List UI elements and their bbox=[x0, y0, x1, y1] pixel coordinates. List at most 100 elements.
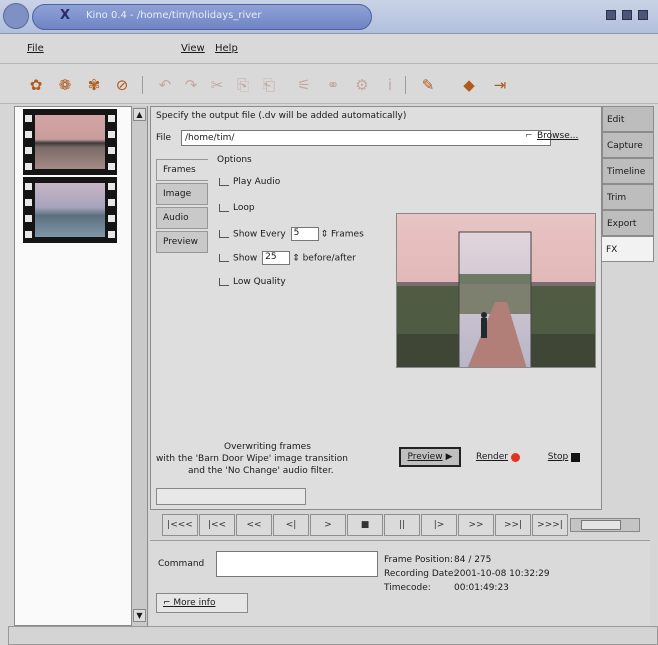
more-info-label: More info bbox=[173, 598, 216, 608]
save-icon[interactable]: ✾ bbox=[84, 75, 104, 95]
minimize-button[interactable] bbox=[606, 10, 616, 20]
window-menu-button[interactable] bbox=[3, 3, 29, 29]
film-hole bbox=[25, 183, 32, 190]
render-button[interactable]: Render bbox=[465, 447, 531, 467]
toolbar-separator bbox=[142, 76, 143, 94]
preview-label: Preview bbox=[407, 452, 443, 462]
render-label: Render bbox=[475, 452, 509, 462]
close-button[interactable] bbox=[638, 10, 648, 20]
subtab-audio[interactable]: Audio bbox=[156, 207, 208, 229]
storyboard-panel bbox=[14, 106, 148, 626]
previous-scene-icon[interactable]: |<< bbox=[199, 514, 235, 536]
info-icon[interactable]: ⅰ bbox=[380, 75, 400, 95]
loop-checkbox[interactable]: Loop bbox=[219, 203, 255, 213]
frame-position-label: Frame Position: bbox=[384, 555, 453, 565]
tab-trim[interactable]: Trim bbox=[602, 184, 654, 210]
new-project-icon[interactable]: ✿ bbox=[26, 75, 46, 95]
last-frame-icon[interactable]: >>>| bbox=[532, 514, 568, 536]
color-icon[interactable]: ◆ bbox=[459, 75, 479, 95]
film-hole bbox=[108, 199, 115, 206]
rewind-icon[interactable]: << bbox=[236, 514, 272, 536]
play-audio-checkbox[interactable]: Play Audio bbox=[219, 177, 280, 187]
cut-icon[interactable]: ✂ bbox=[207, 75, 227, 95]
first-frame-icon[interactable]: |<<< bbox=[162, 514, 198, 536]
menu-help[interactable]: Help bbox=[215, 43, 238, 54]
film-hole bbox=[25, 147, 32, 154]
browse-label: Browse... bbox=[537, 131, 579, 141]
paste-icon[interactable]: ⎗ bbox=[259, 75, 279, 95]
open-icon[interactable]: ❁ bbox=[55, 75, 75, 95]
undo-icon[interactable]: ↶ bbox=[155, 75, 175, 95]
tab-fx[interactable]: FX bbox=[602, 236, 654, 262]
subtab-image[interactable]: Image bbox=[156, 183, 208, 205]
next-scene-icon[interactable]: >>| bbox=[495, 514, 531, 536]
scroll-down-icon[interactable]: ▼ bbox=[133, 609, 146, 622]
preview-button[interactable]: Preview ▶ bbox=[399, 447, 461, 467]
film-hole bbox=[108, 147, 115, 154]
split-icon[interactable]: ⚟ bbox=[294, 75, 314, 95]
redo-icon[interactable]: ↷ bbox=[181, 75, 201, 95]
menu-file[interactable]: File bbox=[27, 43, 44, 54]
timecode-label: Timecode: bbox=[384, 583, 431, 593]
film-hole bbox=[108, 183, 115, 190]
file-input[interactable]: /home/tim/ bbox=[181, 130, 551, 146]
stop-button[interactable]: Stop bbox=[537, 447, 591, 467]
storyboard-frame[interactable] bbox=[23, 177, 117, 243]
stop-label: Stop bbox=[547, 452, 569, 462]
show-spinner[interactable]: 25 bbox=[262, 251, 291, 265]
tab-timeline[interactable]: Timeline bbox=[602, 158, 654, 184]
spinner-arrows-icon[interactable]: ⇕ bbox=[292, 254, 300, 264]
expander-icon: ⌐ bbox=[163, 598, 174, 608]
thumbnail-image bbox=[35, 115, 105, 169]
low-quality-checkbox[interactable]: Low Quality bbox=[219, 277, 286, 287]
window-title: Kino 0.4 - /home/tim/holidays_river bbox=[86, 10, 262, 21]
command-label: Command bbox=[158, 559, 205, 569]
record-icon bbox=[511, 452, 521, 462]
file-label: File bbox=[156, 133, 172, 143]
film-hole bbox=[108, 131, 115, 138]
render-progress-bar bbox=[156, 488, 306, 505]
output-instruction: Specify the output file (.dv will be add… bbox=[156, 111, 407, 121]
copy-icon[interactable]: ⎘ bbox=[233, 75, 253, 95]
show-every-spinner[interactable]: 5 bbox=[290, 227, 319, 241]
film-hole bbox=[108, 115, 115, 122]
film-hole bbox=[25, 215, 32, 222]
step-back-icon[interactable]: <| bbox=[273, 514, 309, 536]
stop-icon[interactable]: ■ bbox=[347, 514, 383, 536]
properties-icon[interactable]: ⚙ bbox=[352, 75, 372, 95]
shuttle-slider[interactable] bbox=[570, 518, 640, 532]
scroll-up-icon[interactable]: ▲ bbox=[133, 108, 146, 121]
show-checkbox[interactable]: Show 25 ⇕ before/after bbox=[219, 251, 356, 265]
timecode-value: 00:01:49:23 bbox=[454, 583, 509, 593]
options-title: Options bbox=[217, 155, 252, 165]
join-icon[interactable]: ⚭ bbox=[323, 75, 343, 95]
subtab-preview[interactable]: Preview bbox=[156, 231, 208, 253]
menu-view[interactable]: View bbox=[181, 43, 205, 54]
play-icon: ▶ bbox=[445, 452, 453, 462]
tab-capture[interactable]: Capture bbox=[602, 132, 654, 158]
storyboard-frame[interactable] bbox=[23, 109, 117, 175]
tab-export[interactable]: Export bbox=[602, 210, 654, 236]
film-hole bbox=[25, 131, 32, 138]
command-input[interactable] bbox=[216, 551, 378, 577]
browse-button[interactable]: ⌐ Browse... bbox=[525, 131, 601, 147]
exit-icon[interactable]: ⇥ bbox=[490, 75, 510, 95]
clear-icon[interactable]: ⊘ bbox=[112, 75, 132, 95]
fast-forward-icon[interactable]: >> bbox=[458, 514, 494, 536]
low-quality-label: Low Quality bbox=[233, 277, 286, 287]
slider-handle[interactable] bbox=[581, 520, 621, 530]
maximize-button[interactable] bbox=[622, 10, 632, 20]
film-hole bbox=[25, 231, 32, 238]
pause-icon[interactable]: || bbox=[384, 514, 420, 536]
step-forward-icon[interactable]: |> bbox=[421, 514, 457, 536]
show-every-checkbox[interactable]: Show Every 5 ⇕ Frames bbox=[219, 227, 364, 241]
storyboard-scrollbar[interactable]: ▲ ▼ bbox=[131, 106, 147, 626]
status-line: with the 'Barn Door Wipe' image transiti… bbox=[156, 454, 348, 464]
tab-edit[interactable]: Edit bbox=[602, 106, 654, 132]
spinner-arrows-icon[interactable]: ⇕ bbox=[321, 230, 329, 240]
more-info-button[interactable]: ⌐ More info bbox=[156, 593, 248, 613]
subtab-frames[interactable]: Frames bbox=[156, 159, 208, 181]
play-icon[interactable]: > bbox=[310, 514, 346, 536]
publish-icon[interactable]: ✎ bbox=[418, 75, 438, 95]
thumbnail-image bbox=[35, 183, 105, 237]
